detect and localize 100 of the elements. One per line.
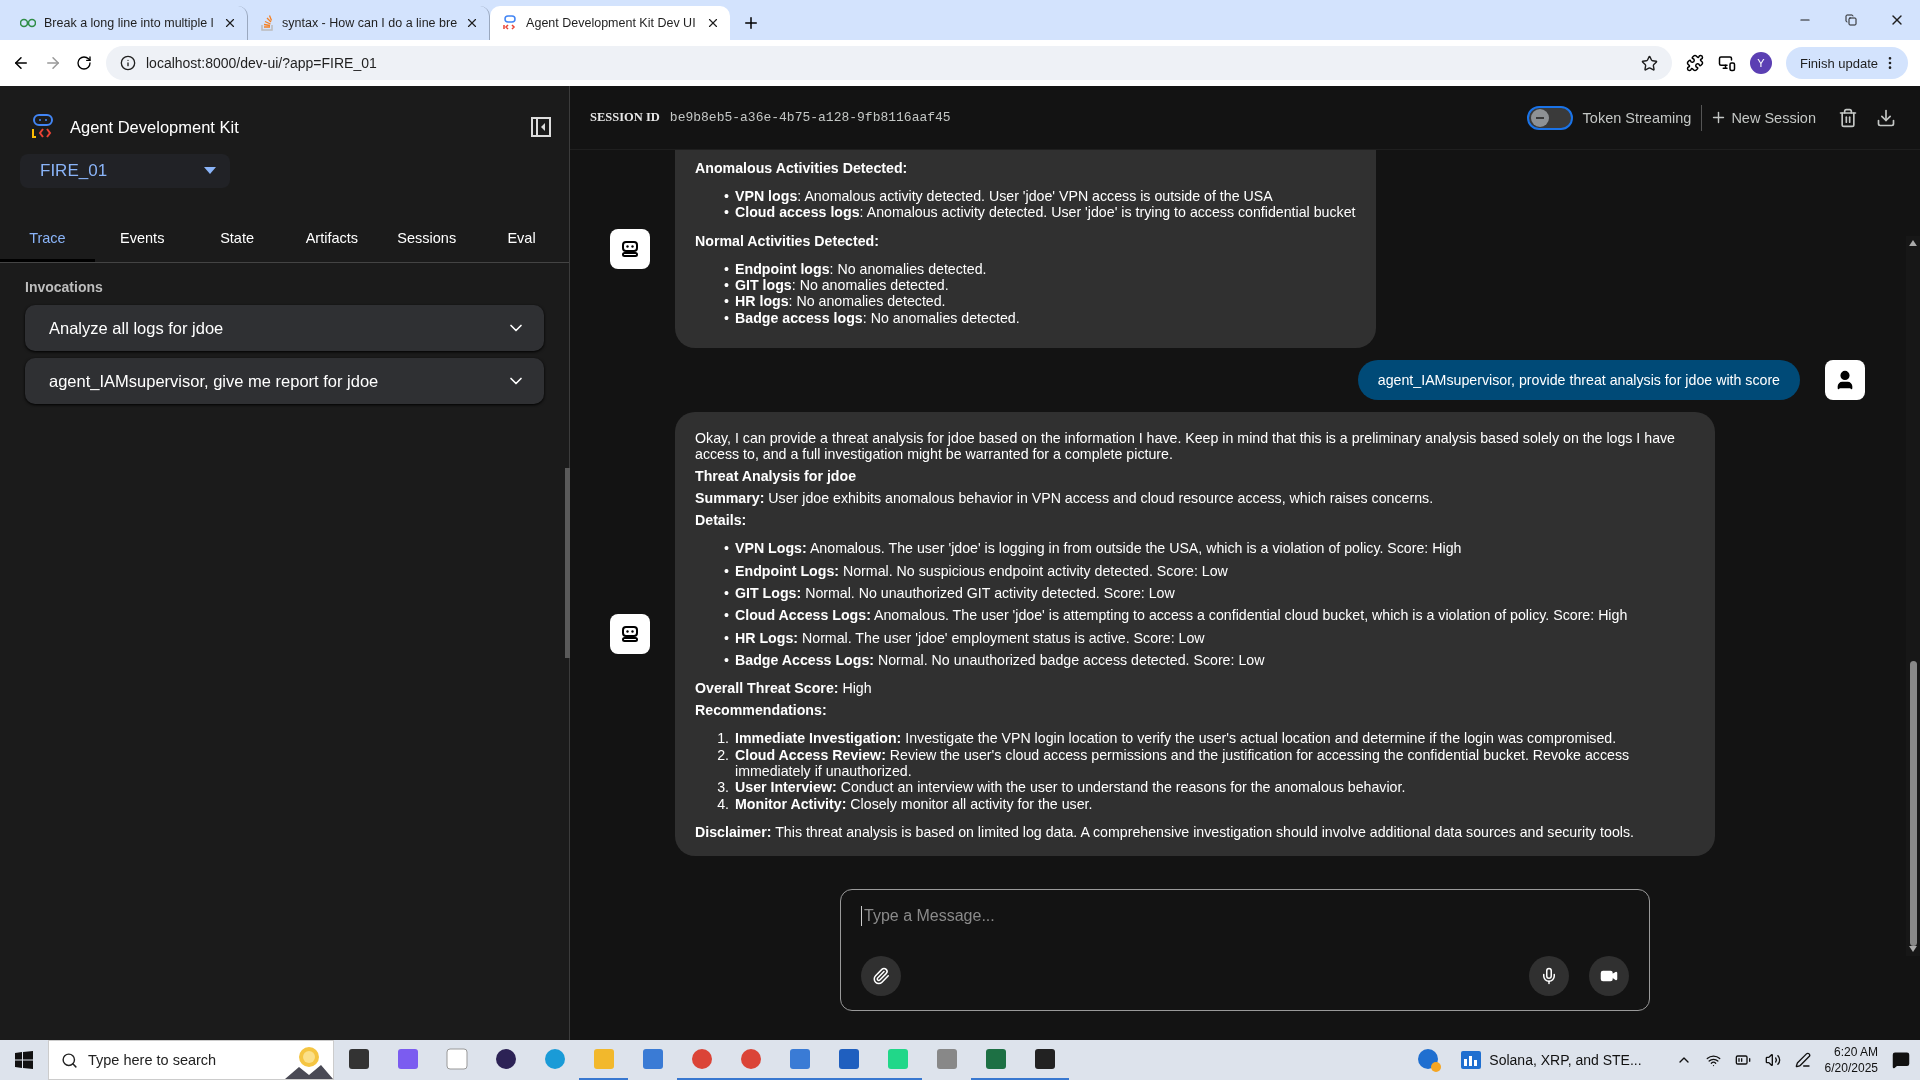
session-id: be9b8eb5-a36e-4b75-a128-9fb8116aaf45 (669, 110, 952, 125)
app-title: Agent Development Kit (70, 117, 240, 137)
scroll-up-icon[interactable] (1909, 240, 1917, 246)
chart-icon (1461, 1051, 1482, 1069)
forward-icon[interactable] (44, 54, 62, 72)
search-icon (61, 1051, 78, 1069)
invocation-item[interactable]: agent_IAMsupervisor, give me report for jdoe (25, 358, 544, 404)
list-item: VPN Logs: Anomalous. The user 'jdoe' is logging in from outside the USA, which is a violation of policy. Score: High (735, 540, 1463, 557)
app-selector[interactable]: FIRE_01 (20, 154, 230, 188)
microphone-icon (1540, 967, 1558, 985)
app-icon (1033, 1048, 1056, 1070)
list-item: Badge Access Logs: Normal. No unauthorized badge access detected. Score: Low (735, 651, 1266, 669)
list-item: Immediate Investigation: Investigate the VPN login location to verify the user's actual location and determine if the login was compromised. (735, 730, 1618, 747)
browser-tab[interactable]: Agent Development Kit Dev UI (490, 6, 731, 40)
bookmark-icon[interactable] (1640, 54, 1658, 72)
list-marker: • (723, 607, 730, 624)
app-icon (739, 1048, 762, 1070)
message-heading: Threat Analysis for jdoe (695, 468, 858, 485)
list-item: HR logs: No anomalies detected. (735, 293, 947, 310)
battery-icon[interactable] (1734, 1052, 1751, 1068)
list-item: Badge access logs: No anomalies detected. (735, 309, 1021, 327)
list-item: GIT logs: No anomalies detected. (735, 277, 950, 294)
user-avatar (1825, 360, 1865, 401)
list-marker: • (723, 584, 730, 602)
windows-logo-icon (15, 1051, 33, 1069)
app-icon (641, 1048, 664, 1070)
camera-button[interactable] (1589, 956, 1629, 996)
message-heading: Anomalous Activities Detected: (695, 160, 909, 177)
volume-icon[interactable] (1764, 1052, 1781, 1068)
address-bar[interactable]: localhost:8000/dev-ui/?app=FIRE_01 (106, 46, 1672, 80)
reload-icon[interactable] (76, 55, 92, 71)
taskbar-search[interactable]: Type here to search (48, 1040, 334, 1080)
list-marker: • (723, 260, 730, 278)
profile-avatar[interactable]: Y (1749, 52, 1772, 74)
list-item: Monitor Activity: Closely monitor all activity for the user. (735, 795, 1094, 812)
section-heading: Invocations (24, 278, 104, 297)
list-item: Endpoint logs: No anomalies detected. (735, 260, 988, 278)
message-paragraph: Overall Threat Score: High (695, 680, 873, 697)
sidebar-tab[interactable]: Events (94, 216, 190, 262)
message-field[interactable]: Type a Message... (861, 906, 1629, 926)
list-item: Endpoint Logs: Normal. No suspicious endpoint activity detected. Score: Low (735, 562, 1229, 579)
list-marker: • (723, 277, 730, 294)
taskbar-clock[interactable]: 6:20 AM 6/20/2025 (1824, 1045, 1878, 1075)
device-icon[interactable] (1717, 54, 1736, 72)
trash-icon (1838, 107, 1858, 128)
list-marker: 3. (717, 779, 730, 796)
sidebar-tab[interactable]: Eval (474, 216, 569, 262)
extensions-icon[interactable] (1685, 54, 1704, 72)
list-item: Cloud Access Logs: Anomalous. The user 'jdoe' is attempting to access a confidential cloud bucket, which is a violation of policy. Score: High (735, 607, 1629, 624)
robot-icon (620, 624, 640, 645)
list-marker: • (723, 562, 730, 579)
app-icon (690, 1048, 713, 1070)
app-icon (445, 1048, 468, 1070)
tab-favicon-icon (502, 15, 519, 31)
list-item: Cloud access logs: Anomalous activity detected. User 'jdoe' is trying to access confidential bucket (735, 204, 1356, 221)
list-marker: • (723, 651, 730, 669)
attach-button[interactable] (861, 956, 901, 996)
site-info-icon[interactable] (120, 55, 136, 71)
sidebar-tab[interactable]: Trace (0, 216, 95, 262)
session-label: SESSION ID (590, 110, 660, 125)
user-message: agent_IAMsupervisor, provide threat analysis for jdoe with score (1357, 360, 1800, 401)
token-streaming-toggle[interactable] (1526, 105, 1573, 130)
list-marker: • (723, 309, 730, 327)
new-session-button[interactable]: New Session (1701, 104, 1824, 131)
news-widget[interactable]: Solana, XRP, and STE... (1455, 1050, 1648, 1070)
tab-favicon-icon (20, 18, 36, 28)
list-item: VPN logs: Anomalous activity detected. User 'jdoe' VPN access is outside of the USA (735, 188, 1274, 205)
app-icon (837, 1048, 860, 1070)
dropdown-caret-icon (204, 167, 216, 175)
sidebar-tab[interactable]: State (189, 216, 285, 262)
scroll-thumb[interactable] (565, 468, 570, 658)
restore-icon[interactable] (1845, 14, 1857, 26)
app-icon (984, 1048, 1007, 1070)
list-marker: 4. (717, 795, 730, 812)
close-icon[interactable] (223, 16, 237, 30)
invocation-item[interactable]: Analyze all logs for jdoe (25, 305, 544, 351)
list-marker: • (723, 293, 730, 310)
notifications-icon[interactable] (1892, 1051, 1910, 1069)
sidebar-tab[interactable]: Artifacts (284, 216, 380, 262)
logo-icon (30, 114, 56, 140)
message-heading: Normal Activities Detected: (695, 232, 880, 249)
collapse-sidebar-icon[interactable] (531, 117, 551, 137)
list-marker: • (723, 188, 730, 205)
wifi-icon[interactable] (1705, 1052, 1721, 1068)
app-icon (935, 1048, 958, 1070)
sidebar-tab[interactable]: Sessions (379, 216, 475, 262)
message-paragraph: Okay, I can provide a threat analysis for jdoe based on the information I have. Keep in mind that this is a preliminary analysis based solely on the logs I have access to, and a full investigation might be warranted for a complete picture. (695, 430, 1676, 463)
list-item: HR Logs: Normal. The user 'jdoe' employment status is active. Score: Low (735, 629, 1206, 646)
message-paragraph: Disclaimer: This threat analysis is based on limited log data. A comprehensive investigation should involve additional data sources and security tools. (695, 824, 1636, 841)
message-heading: Details: (695, 512, 748, 529)
paperclip-icon (872, 967, 890, 985)
microphone-button[interactable] (1529, 956, 1569, 996)
scrollbar[interactable] (1906, 236, 1920, 956)
pen-icon[interactable] (1794, 1052, 1811, 1068)
robot-icon (620, 239, 640, 260)
message-paragraph: Summary: User jdoe exhibits anomalous behavior in VPN access and cloud resource access, which raises concerns. (695, 490, 1435, 507)
back-icon[interactable] (12, 54, 30, 72)
scroll-thumb[interactable] (1909, 660, 1917, 947)
list-marker: • (723, 204, 730, 221)
update-button[interactable]: Finish update (1785, 47, 1908, 79)
